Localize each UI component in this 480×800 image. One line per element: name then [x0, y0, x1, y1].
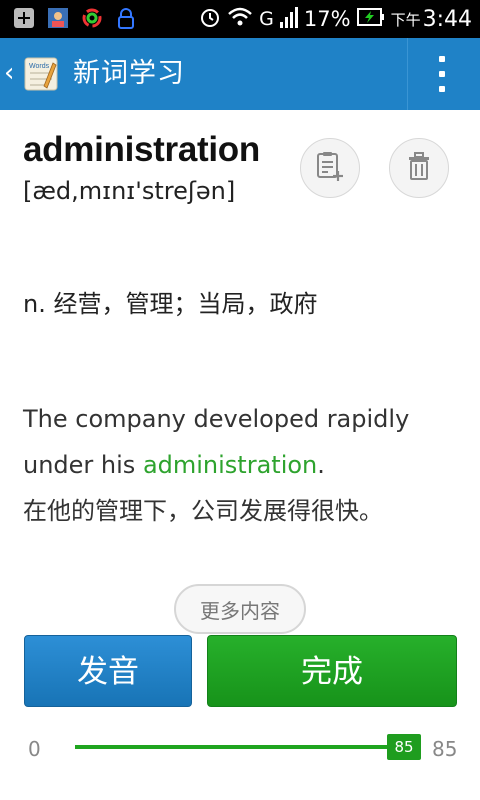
- contact-icon: [46, 6, 70, 30]
- back-chevron-icon[interactable]: ‹: [4, 58, 14, 88]
- progress-fill: [75, 745, 405, 749]
- add-icon: [12, 6, 36, 30]
- app-bar: ‹ Words 新词学习: [0, 38, 480, 110]
- alarm-icon: [199, 6, 221, 33]
- example-sentence: The company developed rapidly under his …: [23, 396, 463, 534]
- progress-min: 0: [28, 737, 41, 761]
- progress-thumb[interactable]: 85: [387, 734, 421, 760]
- signal-icon: [279, 6, 298, 33]
- add-to-list-button[interactable]: [300, 138, 360, 198]
- delete-word-button[interactable]: [389, 138, 449, 198]
- progress-track: [75, 745, 405, 749]
- page-title: 新词学习: [73, 58, 185, 89]
- sync-icon: [80, 6, 104, 30]
- example-translation: 在他的管理下，公司发展得很快。: [23, 497, 383, 525]
- headword: administration: [23, 130, 260, 169]
- battery-charging-icon: [356, 7, 385, 32]
- more-content-button[interactable]: 更多内容: [174, 584, 306, 634]
- overflow-menu-icon[interactable]: [430, 54, 454, 94]
- status-bar: G 17% 下午 3:44: [0, 0, 480, 38]
- progress-max: 85: [432, 737, 458, 761]
- network-type: G: [259, 8, 274, 30]
- trash-icon: [405, 150, 433, 186]
- app-logo-icon[interactable]: Words: [22, 55, 60, 93]
- app-bar-divider: [407, 38, 408, 110]
- clock: 3:44: [422, 6, 472, 32]
- time-prefix: 下午: [390, 10, 421, 29]
- definition: n. 经营，管理；当局，政府: [23, 290, 318, 318]
- wifi-icon: [227, 6, 253, 33]
- logo-text: Words: [29, 63, 50, 70]
- done-button[interactable]: 完成: [207, 635, 457, 707]
- lock-icon: [114, 6, 138, 30]
- pronounce-button[interactable]: 发音: [24, 635, 192, 707]
- battery-percent: 17%: [303, 7, 351, 31]
- phonetic: [æd,mɪnɪ'streʃən]: [23, 177, 236, 205]
- add-to-list-icon: [315, 150, 345, 186]
- example-highlight: administration: [142, 451, 318, 479]
- example-text-end: .: [317, 451, 325, 479]
